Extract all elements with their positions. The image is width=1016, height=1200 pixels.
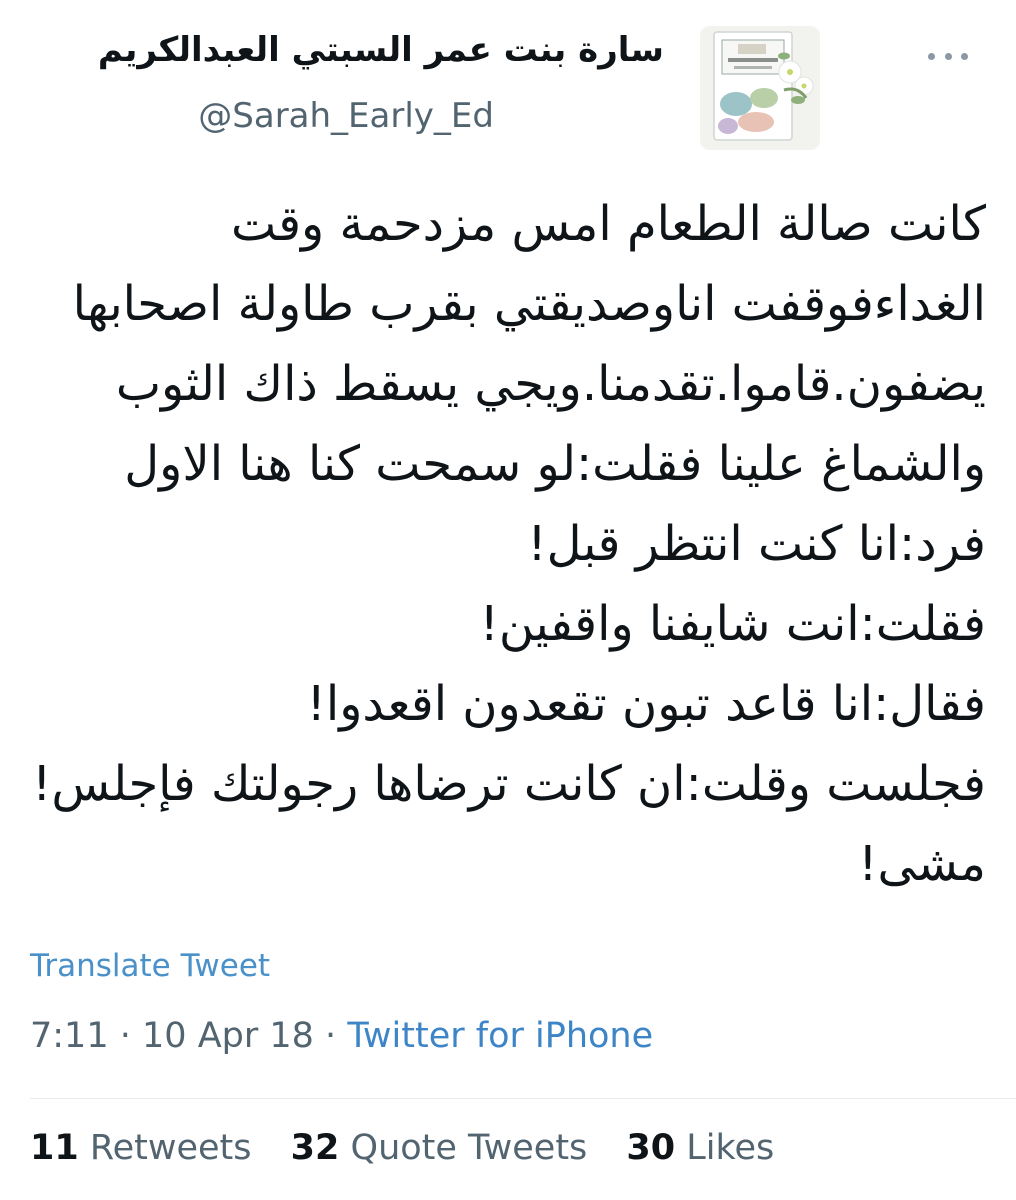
retweets-stat[interactable]: 11 Retweets — [30, 1128, 263, 1168]
likes-stat[interactable]: 30 Likes — [626, 1128, 774, 1168]
user-handle[interactable]: @Sarah_Early_Ed — [198, 96, 494, 136]
more-options-button[interactable] — [928, 44, 968, 68]
tweet-text: كانت صالة الطعام امس مزدحمة وقت الغداءفو… — [26, 184, 986, 904]
tweet-time[interactable]: 7:11 — [30, 1016, 109, 1056]
avatar[interactable] — [700, 26, 820, 150]
quote-tweets-label: Quote Tweets — [350, 1128, 588, 1168]
display-name[interactable]: سارة بنت عمر السبتي العبدالكريم — [98, 30, 664, 70]
tweet-text-line: فجلست وقلت:ان كانت ترضاها رجولتك فإجلس! — [32, 756, 986, 812]
meta-separator: · — [119, 1016, 131, 1056]
tweet-text-line: فقال:انا قاعد تبون تقعدون اقعدوا! — [306, 676, 986, 732]
quote-tweets-count: 32 — [290, 1128, 340, 1168]
likes-count: 30 — [626, 1128, 676, 1168]
tweet-text-line: كانت صالة الطعام امس مزدحمة وقت — [230, 196, 986, 252]
likes-label: Likes — [686, 1128, 775, 1168]
tweet-text-line: فرد:انا كنت انتظر قبل! — [527, 516, 986, 572]
tweet-date[interactable]: 10 Apr 18 — [142, 1016, 314, 1056]
divider — [30, 1098, 1016, 1099]
quote-tweets-stat[interactable]: 32 Quote Tweets — [291, 1128, 599, 1168]
more-options-icon — [928, 52, 935, 60]
book-cover-avatar-icon — [700, 26, 820, 150]
tweet-source-link[interactable]: Twitter for iPhone — [347, 1016, 653, 1056]
more-options-icon-dot — [961, 52, 968, 60]
tweet-text-line: الغداءفوقفت اناوصديقتي بقرب طاولة اصحابه… — [72, 276, 986, 332]
tweet-text-line: والشماغ علينا فقلت:لو سمحت كنا هنا الاول — [124, 436, 986, 492]
retweets-count: 11 — [30, 1128, 79, 1168]
tweet-text-line: فقلت:انت شايفنا واقفين! — [479, 596, 986, 652]
meta-separator: · — [325, 1016, 337, 1056]
tweet-meta: 7:11 · 10 Apr 18 · Twitter for iPhone — [30, 1016, 653, 1056]
tweet-text-line: يضفون.قاموا.تقدمنا.ويجي يسقط ذاك الثوب — [115, 356, 986, 412]
retweets-label: Retweets — [89, 1128, 252, 1168]
more-options-icon-dot — [944, 52, 952, 60]
tweet-text-line: مشى! — [858, 836, 986, 892]
translate-tweet-link[interactable]: Translate Tweet — [30, 948, 270, 984]
tweet-stats: 11 Retweets 32 Quote Tweets 30 Likes — [30, 1128, 802, 1168]
